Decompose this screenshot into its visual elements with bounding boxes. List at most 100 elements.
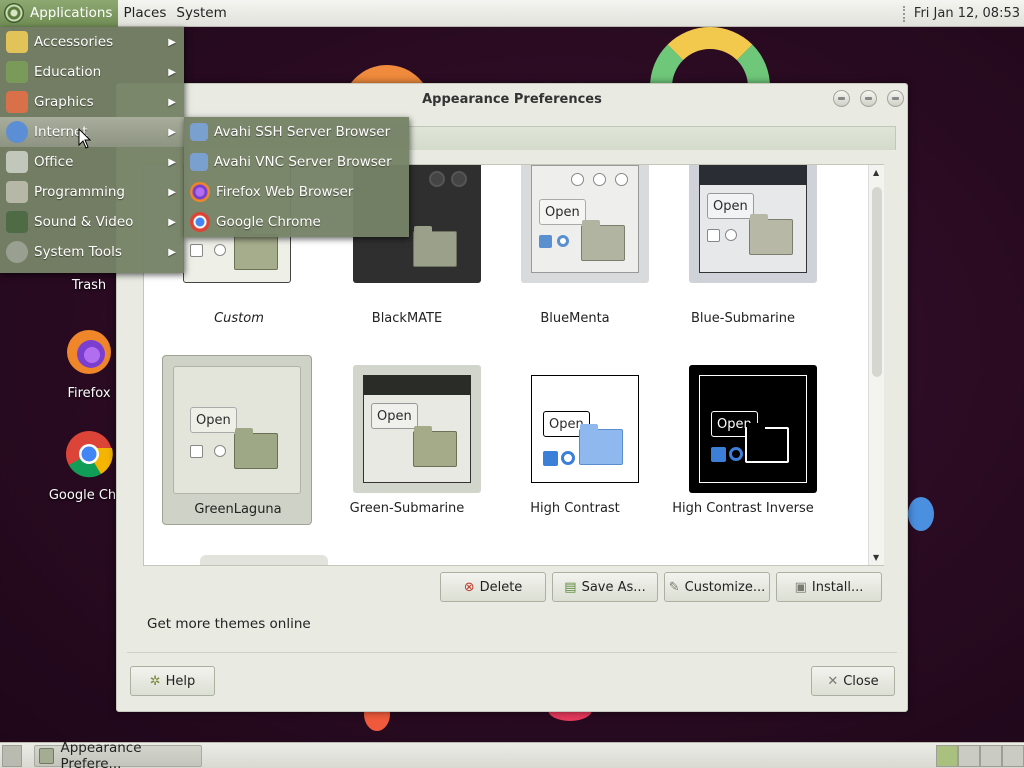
- menu-item-accessories[interactable]: Accessories ▶: [0, 27, 184, 57]
- window-title: Appearance Preferences: [422, 92, 602, 107]
- theme-tile-green-submarine[interactable]: Open Green-Submarine: [332, 355, 482, 525]
- open-button-preview: Open: [371, 403, 418, 429]
- delete-button[interactable]: ⊗ Delete: [440, 572, 546, 602]
- customize-label: Customize...: [684, 579, 766, 595]
- theme-tile-high-contrast[interactable]: Open High Contrast: [500, 355, 650, 525]
- submenu-item-firefox[interactable]: Firefox Web Browser: [184, 177, 409, 207]
- appearance-app-icon: [39, 748, 55, 764]
- maximize-button[interactable]: [860, 90, 877, 107]
- programming-icon: [6, 181, 28, 203]
- menu-item-office[interactable]: Office ▶: [0, 147, 184, 177]
- folder-icon: [413, 226, 457, 267]
- theme-thumbnail: Open: [521, 165, 649, 283]
- radio-preview: [214, 445, 226, 457]
- window-button-preview: [571, 173, 584, 186]
- applications-menu-label: Applications: [30, 5, 113, 21]
- checkbox-preview: [190, 244, 203, 257]
- theme-tile-high-contrast-inverse[interactable]: Open High Contrast Inverse: [668, 355, 818, 525]
- taskbar-item-label: Appearance Prefere...: [60, 740, 142, 768]
- show-desktop-icon[interactable]: [2, 745, 22, 767]
- customize-icon: ✎: [668, 579, 680, 595]
- graphics-icon: [6, 91, 28, 113]
- scroll-up-arrow[interactable]: ▲: [873, 168, 879, 177]
- submenu-arrow-icon: ▶: [168, 36, 176, 48]
- menu-item-graphics[interactable]: Graphics ▶: [0, 87, 184, 117]
- close-button[interactable]: ✕ Close: [811, 666, 895, 696]
- chrome-icon: [66, 431, 113, 478]
- internet-submenu: Avahi SSH Server Browser Avahi VNC Serve…: [184, 117, 409, 237]
- submenu-arrow-icon: ▶: [168, 96, 176, 108]
- close-label: Close: [843, 673, 879, 689]
- titlebar-preview: [363, 375, 471, 395]
- close-window-button[interactable]: [887, 90, 904, 107]
- network-browser-icon: [190, 153, 208, 171]
- submenu-arrow-icon: ▶: [168, 186, 176, 198]
- submenu-label: Firefox Web Browser: [216, 184, 354, 200]
- education-icon: [6, 61, 28, 83]
- top-panel: Applications Places System Fri Jan 12, 0…: [0, 0, 1024, 27]
- submenu-arrow-icon: ▶: [168, 216, 176, 228]
- radio-preview: [214, 244, 226, 256]
- install-button[interactable]: ▣ Install...: [776, 572, 882, 602]
- open-label: Open: [545, 204, 580, 220]
- workspace-3[interactable]: [980, 745, 1002, 767]
- submenu-item-google-chrome[interactable]: Google Chrome: [184, 207, 409, 237]
- menu-item-internet[interactable]: Internet ▶: [0, 117, 184, 147]
- menu-label: Graphics: [34, 94, 94, 110]
- get-more-themes-link[interactable]: Get more themes online: [147, 616, 311, 632]
- workspace-2[interactable]: [958, 745, 980, 767]
- theme-gallery-scrollbar[interactable]: ▲ ▼: [868, 165, 884, 565]
- checkbox-preview: [539, 235, 552, 248]
- save-as-button[interactable]: ▤ Save As...: [552, 572, 658, 602]
- checkbox-preview: [711, 447, 726, 462]
- submenu-item-avahi-vnc[interactable]: Avahi VNC Server Browser: [184, 147, 409, 177]
- chrome-icon: [190, 212, 210, 232]
- scroll-down-arrow[interactable]: ▼: [873, 553, 879, 562]
- theme-label: Green-Submarine: [349, 501, 465, 516]
- workspace-1[interactable]: [936, 745, 958, 767]
- theme-thumbnail: Open: [173, 366, 301, 494]
- theme-label: BlueMenta: [540, 311, 610, 326]
- menu-label: Programming: [34, 184, 125, 200]
- help-icon: ✲: [149, 673, 161, 689]
- system-menu[interactable]: System: [171, 0, 231, 27]
- theme-tile-bluementa[interactable]: Open BlueMenta: [500, 165, 650, 335]
- theme-tile-blue-submarine[interactable]: Open Blue-Submarine: [668, 165, 818, 335]
- open-label: Open: [196, 412, 231, 428]
- customize-button[interactable]: ✎ Customize...: [664, 572, 770, 602]
- checkbox-preview: [543, 451, 558, 466]
- menu-item-programming[interactable]: Programming ▶: [0, 177, 184, 207]
- menu-item-sound-video[interactable]: Sound & Video ▶: [0, 207, 184, 237]
- folder-icon: [745, 423, 789, 463]
- minimize-button[interactable]: [833, 90, 850, 107]
- workspace-4[interactable]: [1002, 745, 1024, 767]
- help-button[interactable]: ✲ Help: [130, 666, 215, 696]
- window-button-preview: [593, 173, 606, 186]
- folder-icon: [749, 214, 793, 255]
- folder-icon: [579, 424, 623, 465]
- taskbar-item-appearance[interactable]: Appearance Prefere...: [34, 740, 202, 768]
- submenu-arrow-icon: ▶: [168, 246, 176, 258]
- menu-item-system-tools[interactable]: System Tools ▶: [0, 237, 184, 267]
- titlebar-preview: [699, 165, 807, 185]
- network-browser-icon: [190, 123, 208, 141]
- install-icon: ▣: [794, 579, 807, 595]
- menu-label: System Tools: [34, 244, 122, 260]
- folder-icon: [413, 426, 457, 467]
- mate-logo-icon: [4, 3, 24, 23]
- help-label: Help: [165, 673, 196, 689]
- theme-thumbnail: Open: [521, 365, 649, 493]
- radio-preview: [729, 447, 743, 461]
- clock[interactable]: Fri Jan 12, 08:53: [902, 0, 1020, 27]
- theme-label: GreenLaguna: [194, 502, 282, 517]
- theme-thumbnail: Open: [689, 365, 817, 493]
- submenu-label: Avahi VNC Server Browser: [214, 154, 392, 170]
- open-button-preview: Open: [707, 193, 754, 219]
- scrollbar-thumb[interactable]: [872, 187, 882, 377]
- theme-tile-greenlaguna[interactable]: Open GreenLaguna: [162, 355, 312, 525]
- submenu-item-avahi-ssh[interactable]: Avahi SSH Server Browser: [184, 117, 409, 147]
- menu-item-education[interactable]: Education ▶: [0, 57, 184, 87]
- places-menu[interactable]: Places: [118, 0, 171, 27]
- theme-label: Blue-Submarine: [690, 311, 796, 326]
- applications-menu[interactable]: Applications: [0, 0, 119, 27]
